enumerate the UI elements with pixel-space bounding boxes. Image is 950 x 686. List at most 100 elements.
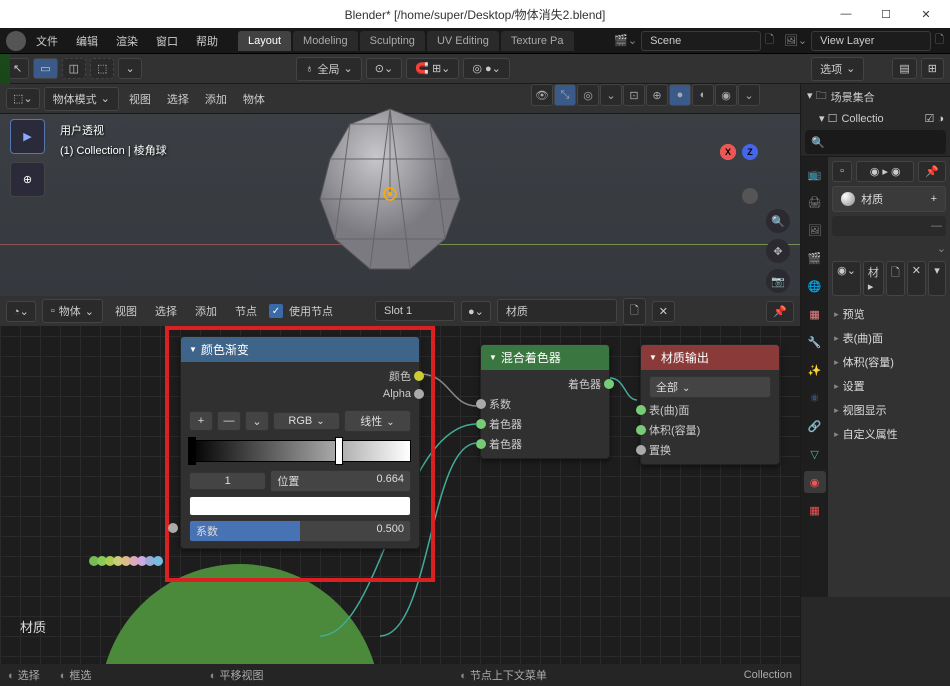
props-tab-output[interactable]: 🖨 xyxy=(804,191,826,213)
close-button[interactable]: ✕ xyxy=(906,0,946,28)
shading-matprev-icon[interactable]: ◐ xyxy=(692,84,714,106)
props-tab-object[interactable]: ▦ xyxy=(804,303,826,325)
move-view-icon[interactable]: ✥ xyxy=(766,239,790,263)
node-menu-select[interactable]: 选择 xyxy=(149,303,183,319)
shading-render-icon[interactable]: ◉ xyxy=(715,84,737,106)
mix-shader-node[interactable]: 混合着色器 着色器 系数 着色器 着色器 xyxy=(480,344,610,459)
color-ramp-gradient[interactable] xyxy=(189,440,411,462)
shader1-socket[interactable] xyxy=(476,419,486,429)
tab-uv[interactable]: UV Editing xyxy=(427,31,499,51)
stop-index-field[interactable]: 1 xyxy=(189,472,266,490)
props-tab-scene[interactable]: 🎬 xyxy=(804,247,826,269)
fac-socket[interactable] xyxy=(476,399,486,409)
mat-unlink-icon[interactable]: ✕ xyxy=(652,301,675,322)
props-tab-render[interactable]: 📺 xyxy=(804,163,826,185)
out-alpha-socket[interactable] xyxy=(414,389,424,399)
out-shader-socket[interactable] xyxy=(604,379,614,389)
mode-dropdown[interactable]: 物体模式 ⌄ xyxy=(44,87,119,111)
section-settings[interactable]: 设置 xyxy=(832,374,946,398)
props-tab-constraint[interactable]: 🔗 xyxy=(804,415,826,437)
props-tab-physics[interactable]: ⚛ xyxy=(804,387,826,409)
ramp-stop-0[interactable] xyxy=(188,437,196,465)
color-mode-dropdown[interactable]: RGB xyxy=(273,412,340,430)
vp-menu-add[interactable]: 添加 xyxy=(199,91,233,107)
overlay-dd-icon[interactable]: ⌄ xyxy=(600,84,622,106)
nav-gizmo[interactable]: Z Y X xyxy=(720,144,780,204)
cursor-tool-icon[interactable]: ⊕ xyxy=(10,162,45,197)
select-circle-icon[interactable]: ◫ xyxy=(62,58,86,79)
outliner-collection[interactable]: ▾ ☐ Collectio ☑ ◑ xyxy=(801,109,950,128)
menu-file[interactable]: 文件 xyxy=(28,29,66,53)
node-menu-node[interactable]: 节点 xyxy=(229,303,263,319)
props-tab-data[interactable]: ▽ xyxy=(804,443,826,465)
shading-solid-icon[interactable]: ● xyxy=(669,84,691,106)
shading-dd-icon[interactable]: ⌄ xyxy=(738,84,760,106)
proportional-dropdown[interactable]: ◎ ●⌄ xyxy=(463,58,510,79)
props-tab-material[interactable]: ◉ xyxy=(804,471,826,493)
props-breadcrumb-obj[interactable]: ▫ xyxy=(832,161,852,182)
props-tab-texture[interactable]: ▦ xyxy=(804,499,826,521)
camera-icon[interactable]: 📷 xyxy=(766,269,790,293)
factor-field[interactable]: 系数0.500 xyxy=(189,520,411,542)
stop-color-swatch[interactable] xyxy=(189,496,411,516)
node-title[interactable]: 材质输出 xyxy=(641,345,779,370)
xray-icon[interactable]: ⊡ xyxy=(623,84,645,106)
menu-edit[interactable]: 编辑 xyxy=(68,29,106,53)
mat-del-button[interactable]: ✕ xyxy=(907,261,926,296)
remove-stop-button[interactable]: — xyxy=(217,411,241,431)
ramp-stop-1[interactable] xyxy=(335,437,343,465)
gizmo-z[interactable]: Z xyxy=(742,144,758,160)
stop-menu-button[interactable]: ⌄ xyxy=(245,411,269,431)
mat-browse-button[interactable]: ◉⌄ xyxy=(832,261,861,296)
vp-menu-select[interactable]: 选择 xyxy=(161,91,195,107)
section-viewport[interactable]: 视图显示 xyxy=(832,398,946,422)
viewlayer-field[interactable]: View Layer xyxy=(811,31,931,51)
shader-node-editor[interactable]: ◔⌄ ▫ 物体 ⌄ 视图 选择 添加 节点 使用节点 Slot 1 ●⌄ 材质 … xyxy=(0,296,800,686)
slot-menu-icon[interactable]: ⌄ xyxy=(937,242,946,255)
node-title[interactable]: 颜色渐变 xyxy=(181,337,419,362)
factor-socket[interactable] xyxy=(168,523,178,533)
outliner-filter-icon[interactable]: ▤ xyxy=(892,58,916,79)
mat-copy-button[interactable]: 🗋 xyxy=(886,261,905,296)
select-dropdown[interactable]: ⌄ xyxy=(118,58,141,79)
node-menu-view[interactable]: 视图 xyxy=(109,303,143,319)
section-surface[interactable]: 表(曲)面 xyxy=(832,326,946,350)
props-pin-icon[interactable]: 📌 xyxy=(918,161,946,182)
target-dropdown[interactable]: 全部 xyxy=(649,376,771,398)
select-tool-icon[interactable]: ▶ xyxy=(10,119,45,154)
volume-socket[interactable] xyxy=(636,425,646,435)
props-tab-world[interactable]: 🌐 xyxy=(804,275,826,297)
node-menu-add[interactable]: 添加 xyxy=(189,303,223,319)
outliner-search[interactable]: 🔍 xyxy=(805,130,946,154)
material-name-field[interactable]: 材质 xyxy=(497,299,617,323)
overlay-icon[interactable]: ◎ xyxy=(577,84,599,106)
surface-socket[interactable] xyxy=(636,405,646,415)
outliner-scene-collection[interactable]: ▾ 🗀 场景集合 xyxy=(801,84,950,109)
snap-dropdown[interactable]: 🧲 ⊞⌄ xyxy=(406,58,459,79)
color-ramp-node[interactable]: 颜色渐变 颜色 Alpha + — ⌄ RGB 线性 xyxy=(180,336,420,549)
maximize-button[interactable]: ☐ xyxy=(866,0,906,28)
add-stop-button[interactable]: + xyxy=(189,411,213,431)
menu-render[interactable]: 渲染 xyxy=(108,29,146,53)
options-dropdown[interactable]: 选项 ⌄ xyxy=(811,57,864,81)
props-tab-particles[interactable]: ✨ xyxy=(804,359,826,381)
interp-dropdown[interactable]: 线性 xyxy=(344,410,411,432)
gizmo-neg[interactable] xyxy=(742,188,758,204)
vp-menu-object[interactable]: 物体 xyxy=(237,91,271,107)
shader2-socket[interactable] xyxy=(476,439,486,449)
position-field[interactable]: 位置0.664 xyxy=(270,470,411,492)
mat-menu-button[interactable]: ▾ xyxy=(928,261,946,296)
visibility-icon[interactable]: 👁 xyxy=(531,84,553,106)
use-nodes-checkbox[interactable] xyxy=(269,304,283,318)
scene-new-icon[interactable]: 🗋 xyxy=(765,31,774,50)
node-object-dropdown[interactable]: ▫ 物体 ⌄ xyxy=(42,299,103,323)
shading-wire-icon[interactable]: ⊕ xyxy=(646,84,668,106)
scene-field[interactable]: Scene xyxy=(641,31,761,51)
tab-modeling[interactable]: Modeling xyxy=(293,31,358,51)
orientation-dropdown[interactable]: ♁ 全局 ⌄ xyxy=(296,57,361,81)
layer-new-icon[interactable]: 🗋 xyxy=(935,31,944,50)
props-breadcrumb-mat[interactable]: ◉ ▸ ◉ xyxy=(856,161,914,182)
section-preview[interactable]: 预览 xyxy=(832,302,946,326)
pin-icon[interactable]: 📌 xyxy=(766,301,794,322)
blender-logo[interactable] xyxy=(6,31,26,51)
